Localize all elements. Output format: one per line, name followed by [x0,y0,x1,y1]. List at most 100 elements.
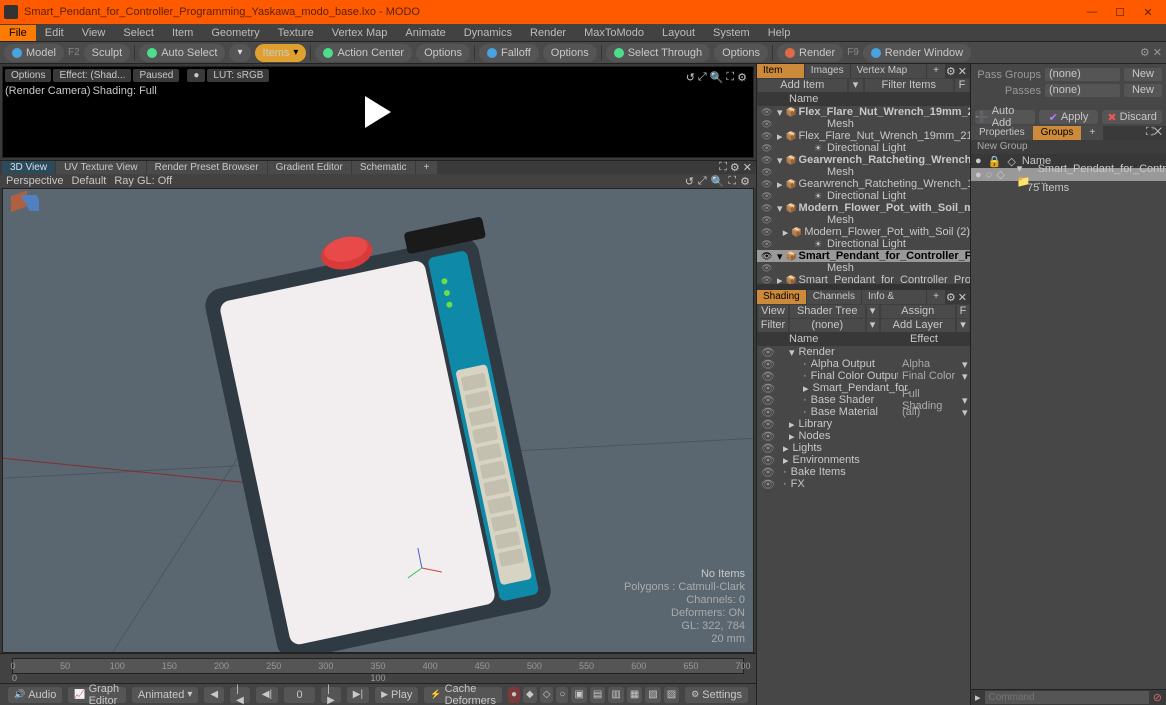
new-passgroup-button[interactable]: New [1124,68,1162,81]
next-key-button[interactable]: |▶ [321,687,341,703]
prev-frame-button[interactable]: |◀ [230,687,250,703]
maximize-button[interactable]: ☐ [1106,2,1134,22]
shader-item[interactable]: 👁·Alpha OutputAlpha▾ [757,358,970,370]
options-button-2[interactable]: Options [543,44,597,62]
view-perspective[interactable]: Perspective [6,175,63,187]
tab-shading[interactable]: Shading [757,290,806,304]
menu-select[interactable]: Select [114,25,163,41]
tree-item[interactable]: 👁☀Directional Light [757,142,970,154]
model-button[interactable]: Model [4,44,64,62]
tab-info[interactable]: Info & Statistics [862,290,926,304]
group-row[interactable]: ●○◇▾ 📁Smart_Pendant_for_Contr ... [971,168,1166,181]
timeline[interactable]: 0501001502002503003504004505005506006507… [0,653,756,683]
newgroup-button[interactable]: New Group [971,140,1166,154]
preview-lut[interactable]: LUT: sRGB [207,69,269,82]
tab-schematic[interactable]: Schematic [352,161,415,175]
tab-add[interactable]: + [927,64,945,78]
tab-presets[interactable]: Render Preset Browser [147,161,267,175]
tree-item[interactable]: 👁▾📦Modern_Flower_Pot_with_Soil_modo_base… [757,202,970,214]
apply-button[interactable]: ✔Apply [1039,110,1099,124]
selectthrough-button[interactable]: Select Through [606,44,710,62]
addlayer-button[interactable]: Add Layer [881,319,956,332]
menu-geometry[interactable]: Geometry [202,25,268,41]
menu-item[interactable]: Item [163,25,202,41]
menu-texture[interactable]: Texture [269,25,323,41]
tab-add[interactable]: + [416,161,438,175]
tab-3dview[interactable]: 3D View [2,161,55,175]
cache-button[interactable]: ⚡Cache Deformers [424,687,502,703]
falloff-button[interactable]: Falloff [479,44,539,62]
next-frame-button[interactable]: ▶| [347,687,369,703]
tab-properties[interactable]: Properties [971,126,1033,140]
command-input[interactable] [985,691,1149,704]
tab-uv[interactable]: UV Texture View [56,161,146,175]
menu-view[interactable]: View [73,25,115,41]
tree-item[interactable]: 👁▸📦Modern_Flower_Pot_with_Soil (2) [757,226,970,238]
actioncenter-button[interactable]: Action Center [315,44,412,62]
preview-effect[interactable]: Effect: (Shad... [53,69,131,82]
preview-tool-icon[interactable]: ↺ [686,71,695,84]
view-raygl[interactable]: Ray GL: Off [114,175,172,187]
minimize-button[interactable]: — [1078,2,1106,22]
menu-render[interactable]: Render [521,25,575,41]
passes-dropdown[interactable]: (none) [1045,84,1120,97]
tree-item[interactable]: 👁▸📦Flex_Flare_Nut_Wrench_19mm_21mm [757,130,970,142]
shadertree-dropdown[interactable]: Shader Tree [790,305,865,318]
tree-item[interactable]: 👁▸📦Smart_Pendant_for_Controller_Program … [757,274,970,284]
menu-layout[interactable]: Layout [653,25,704,41]
shader-item[interactable]: 👁▸Library [757,418,970,430]
tab-vertexmap[interactable]: Vertex Map List [851,64,926,78]
shader-tree[interactable]: 👁▾Render👁·Alpha OutputAlpha▾👁·Final Colo… [757,346,970,705]
menu-help[interactable]: Help [759,25,800,41]
discard-button[interactable]: ✖Discard [1102,110,1162,124]
shader-item[interactable]: 👁▸Lights [757,442,970,454]
item-tree[interactable]: 👁▾📦Flex_Flare_Nut_Wrench_19mm_21mm_mo ..… [757,106,970,284]
stop-icon[interactable]: ⊘ [1153,691,1162,704]
sculpt-button[interactable]: Sculpt [84,44,131,62]
preview-camera[interactable]: (Render Camera) [5,85,91,97]
shader-item[interactable]: 👁·Bake Items [757,466,970,478]
shader-item[interactable]: 👁·Base Material(all)▾ [757,406,970,418]
3d-viewport[interactable]: No Items Polygons : Catmull-Clark Channe… [2,188,754,653]
autoadd-button[interactable]: ➕Auto Add [975,110,1035,124]
shader-item[interactable]: 👁▸Environments [757,454,970,466]
tree-item[interactable]: 👁Mesh [757,262,970,274]
step-back-button[interactable]: ◀ [204,687,224,703]
prev-key-button[interactable]: ◀| [256,687,278,703]
menu-animate[interactable]: Animate [396,25,454,41]
filteritems-input[interactable]: Filter Items [865,79,954,92]
options-button-1[interactable]: Options [416,44,470,62]
shader-item[interactable]: 👁·Final Color OutputFinal Color▾ [757,370,970,382]
menu-system[interactable]: System [704,25,759,41]
assignmaterial-button[interactable]: Assign Material [881,305,956,318]
shader-item[interactable]: 👁▾Render [757,346,970,358]
settings-button[interactable]: ⚙Settings [685,687,748,703]
passgroups-dropdown[interactable]: (none) [1045,68,1120,81]
view-default[interactable]: Default [71,175,106,187]
tree-item[interactable]: 👁▸📦Gearwrench_Ratcheting_Wrench_13mm ... [757,178,970,190]
render-preview[interactable]: Options Effect: (Shad... Paused ● LUT: s… [2,66,754,158]
group-subrow[interactable]: 75 Items [971,181,1166,194]
animated-dropdown[interactable]: Animated ▾ [132,687,199,703]
tree-item[interactable]: 👁☀Directional Light [757,190,970,202]
tree-item[interactable]: 👁▾📦Smart_Pendant_for_Controller_Pro ... [757,250,970,262]
renderwindow-button[interactable]: Render Window [863,44,971,62]
key-tool-icon[interactable]: ● [508,687,520,703]
render-button[interactable]: Render [777,44,843,62]
shader-item[interactable]: 👁·FX [757,478,970,490]
preview-paused[interactable]: Paused [133,69,179,82]
close-button[interactable]: ✕ [1134,2,1162,22]
autoselect-button[interactable]: Auto Select [139,44,225,62]
menu-vertexmap[interactable]: Vertex Map [323,25,397,41]
options-button-3[interactable]: Options [714,44,768,62]
timeline-track[interactable]: 0501001502002503003504004505005506006507… [12,658,744,674]
menu-file[interactable]: File [0,25,36,41]
tree-item[interactable]: 👁Mesh [757,118,970,130]
toolbar-icon[interactable]: ⚙ ✕ [1140,46,1162,59]
audio-button[interactable]: 🔊Audio [8,687,62,703]
preview-shading[interactable]: Shading: Full [93,85,157,97]
tree-item[interactable]: 👁▾📦Gearwrench_Ratcheting_Wrench_13mm_1..… [757,154,970,166]
tree-item[interactable]: 👁Mesh [757,214,970,226]
menu-maxtomodo[interactable]: MaxToModo [575,25,653,41]
frame-field[interactable]: 0 [284,687,315,703]
